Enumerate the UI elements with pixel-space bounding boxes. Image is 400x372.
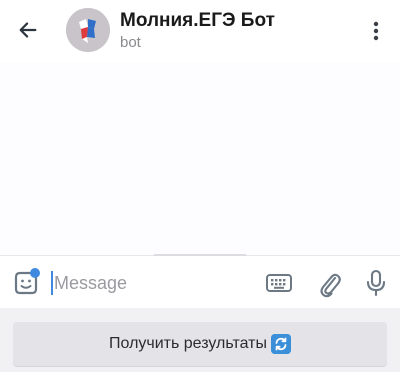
avatar[interactable]	[66, 8, 110, 52]
page-title: Молния.ЕГЭ Бот	[120, 10, 275, 31]
get-results-button-label: Получить результаты	[109, 335, 267, 352]
get-results-button[interactable]: Получить результаты	[13, 322, 387, 366]
more-menu-button[interactable]	[364, 17, 388, 45]
refresh-emoji-icon	[270, 334, 291, 354]
chat-header: Молния.ЕГЭ Бот bot	[0, 0, 400, 62]
paperclip-icon	[320, 273, 341, 298]
voice-message-button[interactable]	[364, 268, 388, 298]
sticker-button[interactable]	[11, 268, 41, 298]
message-list[interactable]	[0, 62, 400, 255]
message-input[interactable]	[54, 268, 244, 298]
chat-screen: Молния.ЕГЭ Бот bot Message Получить резу…	[0, 0, 400, 372]
back-button[interactable]	[14, 16, 42, 44]
microphone-icon	[366, 269, 386, 297]
keyboard-icon	[266, 274, 292, 292]
sticker-icon	[14, 268, 40, 295]
arrow-left-icon	[19, 22, 37, 38]
bot-reply-keyboard: Получить результаты	[0, 308, 400, 372]
message-composer	[0, 256, 400, 308]
text-cursor	[51, 271, 53, 295]
bot-avatar-logo-icon	[66, 8, 110, 52]
bot-keyboard-toggle-button[interactable]	[264, 270, 294, 296]
chat-subtitle: bot	[120, 34, 141, 51]
more-vertical-icon	[373, 21, 379, 41]
attach-button[interactable]	[316, 268, 342, 298]
